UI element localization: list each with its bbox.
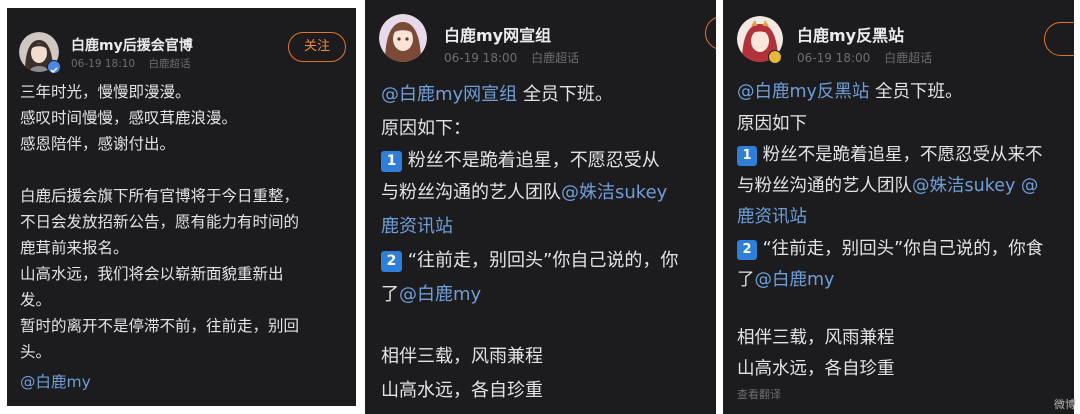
number-one-icon: 1 xyxy=(737,146,757,166)
post-line: 山高水远，各自珍重 xyxy=(737,359,895,379)
post-text: 全员下班。 xyxy=(869,82,963,102)
post-line: 2 “往前走，别回头”你自己说的，你 xyxy=(381,246,678,272)
post-line: @白鹿my网宣组 全员下班。 xyxy=(381,80,613,106)
post-text: 全员下班。 xyxy=(517,84,613,105)
post-line: 与粉丝沟通的艺人团队@姝洁sukey @ xyxy=(737,172,1038,197)
post-line: 1 粉丝不是跪着追星，不愿忍受从来不 xyxy=(737,141,1043,166)
post-text: “往前走，别回头”你自己说的，你食 xyxy=(757,239,1044,259)
number-one-icon: 1 xyxy=(381,151,402,172)
post-line: 白鹿后援会旗下所有官博将于今日重整， xyxy=(20,187,300,205)
post-time: 06-19 18:10 xyxy=(71,58,136,70)
post-time: 06-19 18:00 xyxy=(444,51,518,65)
post-panel-fan-club: 白鹿my后援会官博 06-19 18:10 白鹿超话 关注 三年时光，慢慢即漫漫… xyxy=(7,8,356,406)
verified-badge-icon xyxy=(768,50,782,64)
mention-link[interactable]: @白鹿my xyxy=(20,370,91,392)
mention-link[interactable]: @白鹿my xyxy=(755,270,835,290)
post-meta: 06-19 18:00 白鹿超话 xyxy=(444,49,589,66)
mention-link[interactable]: 鹿资讯站 xyxy=(381,212,453,238)
post-line: 了@白鹿my xyxy=(381,280,481,306)
follow-button-edge[interactable] xyxy=(1044,22,1074,56)
number-two-icon: 2 xyxy=(381,251,402,272)
post-text: 粉丝不是跪着追星，不愿忍受从来不 xyxy=(757,145,1043,165)
post-line: 了@白鹿my xyxy=(737,266,834,291)
author-name[interactable]: 白鹿my反黑站 xyxy=(797,22,904,46)
mention-link[interactable]: @姝洁sukey xyxy=(561,182,667,203)
post-line: 感恩陪伴，感谢付出。 xyxy=(20,135,176,153)
post-line: 与粉丝沟通的艺人团队@姝洁sukey xyxy=(381,178,667,204)
post-line: 山高水远，各自珍重 xyxy=(381,380,543,401)
post-source[interactable]: 白鹿超话 xyxy=(531,51,579,65)
post-line: 2 “往前走，别回头”你自己说的，你食 xyxy=(737,235,1043,260)
author-name[interactable]: 白鹿my网宣组 xyxy=(444,22,551,46)
post-meta: 06-19 18:00 白鹿超话 xyxy=(797,49,942,66)
post-text: “往前走，别回头”你自己说的，你 xyxy=(402,250,679,271)
post-panel-anti-black-station: 白鹿my反黑站 06-19 18:00 白鹿超话 @白鹿my反黑站 全员下班。 … xyxy=(723,0,1074,414)
mention-link[interactable]: 鹿资讯站 xyxy=(737,203,807,228)
post-line: 相伴三载，风雨兼程 xyxy=(737,328,895,348)
post-line: 感叹时间慢慢，感叹茸鹿浪漫。 xyxy=(20,109,238,127)
post-text: 与粉丝沟通的艺人团队 xyxy=(737,176,912,196)
post-line: 头。 xyxy=(20,343,52,361)
mention-link[interactable]: @白鹿my xyxy=(399,284,481,305)
post-meta: 06-19 18:10 白鹿超话 xyxy=(71,56,200,71)
post-text: 了 xyxy=(737,270,755,290)
mention-link[interactable]: @白鹿my网宣组 xyxy=(381,84,517,105)
post-line: 暂时的离开不是停滞不前，往前走，别回 xyxy=(20,317,300,335)
post-line: 原因如下： xyxy=(381,118,471,139)
mention-link[interactable]: @姝洁sukey @ xyxy=(912,176,1038,196)
post-line: 不日会发放招新公告，愿有能力有时间的 xyxy=(20,213,300,231)
avatar-illustration-icon xyxy=(379,14,427,62)
follow-button[interactable]: 关注 xyxy=(288,32,346,62)
author-avatar[interactable] xyxy=(379,14,427,62)
post-text: 了 xyxy=(381,284,399,305)
follow-button-edge[interactable] xyxy=(705,16,716,50)
post-line: 三年时光，慢慢即漫漫。 xyxy=(20,83,191,101)
translate-link[interactable]: 查看翻译 xyxy=(737,386,781,402)
post-panel-promo-group: 白鹿my网宣组 06-19 18:00 白鹿超话 @白鹿my网宣组 全员下班。 … xyxy=(365,0,716,414)
post-line: @白鹿my反黑站 全员下班。 xyxy=(737,78,962,103)
screenshot-collage: 白鹿my后援会官博 06-19 18:10 白鹿超话 关注 三年时光，慢慢即漫漫… xyxy=(0,0,1080,414)
verified-badge-icon xyxy=(47,60,61,74)
post-line: 相伴三载，风雨兼程 xyxy=(381,346,543,367)
post-line: 鹿茸前来报名。 xyxy=(20,239,129,257)
post-line: 1 粉丝不是跪着追星，不愿忍受从 xyxy=(381,146,660,172)
author-name[interactable]: 白鹿my后援会官博 xyxy=(71,35,193,55)
post-line: 山高水远，我们将会以崭新面貌重新出 xyxy=(20,265,284,283)
post-source[interactable]: 白鹿超话 xyxy=(884,51,932,65)
post-text: 粉丝不是跪着追星，不愿忍受从 xyxy=(402,150,660,171)
post-time: 06-19 18:00 xyxy=(797,51,871,65)
post-line: 原因如下 xyxy=(737,114,807,134)
mention-link[interactable]: @白鹿my反黑站 xyxy=(737,82,869,102)
number-two-icon: 2 xyxy=(737,240,757,260)
post-source[interactable]: 白鹿超话 xyxy=(148,58,190,70)
weibo-watermark: 微博 xyxy=(1054,398,1076,411)
post-text: 与粉丝沟通的艺人团队 xyxy=(381,182,561,203)
post-line: 发。 xyxy=(20,291,52,309)
